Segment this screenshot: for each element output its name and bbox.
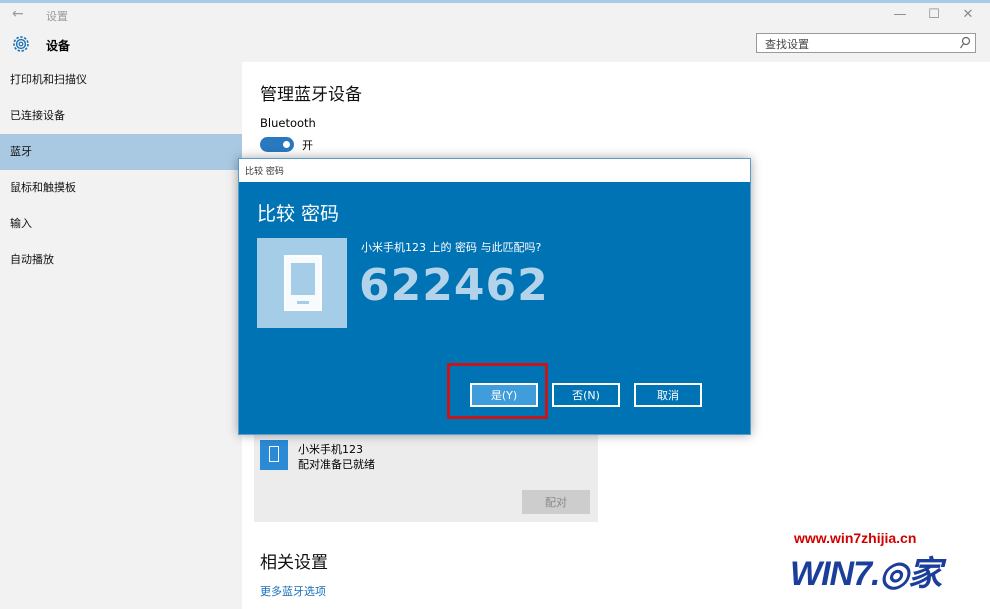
page-title: 设备 <box>46 39 71 53</box>
passcode-value: 622462 <box>359 260 549 311</box>
phone-icon <box>257 238 347 328</box>
watermark-logo: WIN7.◎家 <box>790 555 942 593</box>
bluetooth-toggle[interactable] <box>260 137 294 152</box>
more-bluetooth-options-link[interactable]: 更多蓝牙选项 <box>260 583 326 599</box>
highlight-box <box>447 363 548 419</box>
watermark: www.win7zhijia.cn WIN7.◎家 <box>790 530 982 596</box>
cancel-button[interactable]: 取消 <box>634 383 702 407</box>
sidebar-item-bluetooth[interactable]: 蓝牙 <box>0 134 242 170</box>
toggle-state-label: 开 <box>302 139 313 152</box>
sidebar-item-printers[interactable]: 打印机和扫描仪 <box>0 62 242 98</box>
title-bar: ← 设置 — ☐ ✕ <box>0 3 990 29</box>
device-status: 配对准备已就绪 <box>298 458 375 471</box>
close-button[interactable]: ✕ <box>958 7 978 22</box>
back-arrow-icon[interactable]: ← <box>12 6 24 22</box>
sidebar-item-typing[interactable]: 输入 <box>0 206 242 242</box>
gear-icon <box>13 36 29 52</box>
device-name: 小米手机123 <box>298 443 363 456</box>
search-input[interactable] <box>763 35 957 53</box>
sidebar-item-connected-devices[interactable]: 已连接设备 <box>0 98 242 134</box>
phone-icon <box>260 440 288 470</box>
compare-passcode-dialog: 比较 密码 比较 密码 小米手机123 上的 密码 与此匹配吗? 622462 … <box>238 158 751 435</box>
watermark-url: www.win7zhijia.cn <box>794 530 917 546</box>
search-icon[interactable] <box>959 36 971 50</box>
dialog-heading: 比较 密码 <box>257 203 340 225</box>
pair-button[interactable]: 配对 <box>522 490 590 514</box>
toggle-knob <box>283 141 290 148</box>
sidebar: 打印机和扫描仪 已连接设备 蓝牙 鼠标和触摸板 输入 自动播放 <box>0 62 242 609</box>
device-card[interactable]: 小米手机123 配对准备已就绪 配对 <box>254 434 598 522</box>
related-settings-heading: 相关设置 <box>260 553 328 573</box>
sidebar-item-mouse-touchpad[interactable]: 鼠标和触摸板 <box>0 170 242 206</box>
window-title: 设置 <box>46 10 68 23</box>
no-button[interactable]: 否(N) <box>552 383 620 407</box>
passcode-question: 小米手机123 上的 密码 与此匹配吗? <box>361 241 542 254</box>
dialog-title-bar: 比较 密码 <box>239 159 750 182</box>
maximize-button[interactable]: ☐ <box>924 7 944 22</box>
search-box[interactable] <box>756 33 976 53</box>
bluetooth-label: Bluetooth <box>260 116 316 130</box>
settings-header: 设备 <box>0 29 990 62</box>
section-heading: 管理蓝牙设备 <box>260 85 362 105</box>
minimize-button[interactable]: — <box>890 7 910 22</box>
sidebar-item-autoplay[interactable]: 自动播放 <box>0 242 242 278</box>
dialog-title: 比较 密码 <box>245 167 284 177</box>
